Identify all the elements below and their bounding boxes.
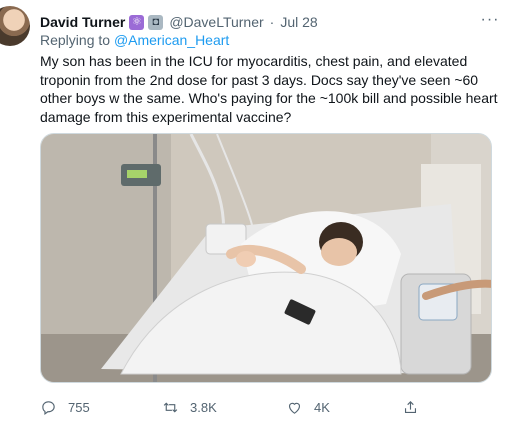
author-handle[interactable]: @DaveLTurner <box>169 14 263 30</box>
robot-emoji-icon: ◘ <box>148 14 164 30</box>
author-name[interactable]: David Turner <box>40 14 125 30</box>
date-separator: · <box>269 14 275 30</box>
share-button[interactable] <box>402 399 419 416</box>
retweet-icon <box>163 401 178 413</box>
tweet-actions: 755 3.8K 4K <box>40 397 480 417</box>
heart-icon <box>288 402 301 414</box>
retweet-count: 3.8K <box>190 399 217 415</box>
tweet: David Turner ⚛ ◘ @DaveLTurner · Jul 28 ·… <box>0 0 518 426</box>
like-count: 4K <box>314 399 330 415</box>
tweet-header: David Turner ⚛ ◘ @DaveLTurner · Jul 28 <box>40 13 318 31</box>
replying-to-handle-link[interactable]: @American_Heart <box>114 32 229 48</box>
avatar[interactable] <box>0 6 30 46</box>
like-button[interactable]: 4K <box>286 399 330 416</box>
share-icon <box>404 400 417 413</box>
reply-button[interactable]: 755 <box>40 399 90 416</box>
tweet-photo[interactable] <box>40 133 492 383</box>
reply-icon <box>42 400 55 415</box>
tweet-date[interactable]: Jul 28 <box>280 14 317 30</box>
more-options-icon[interactable]: ··· <box>478 10 502 30</box>
replying-to-prefix: Replying to <box>40 32 111 48</box>
retweet-button[interactable]: 3.8K <box>162 399 217 416</box>
atom-emoji-icon: ⚛ <box>129 14 145 30</box>
hospital-photo <box>41 134 491 382</box>
reply-count: 755 <box>68 399 90 415</box>
replying-to: Replying to @American_Heart <box>40 32 229 48</box>
tweet-text: My son has been in the ICU for myocardit… <box>40 53 498 125</box>
